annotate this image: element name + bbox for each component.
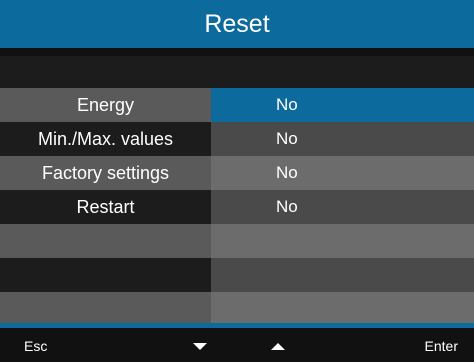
menu-row-label (0, 292, 211, 326)
menu-row-value[interactable]: No (211, 156, 474, 190)
menu-row-value[interactable]: No (211, 88, 474, 122)
menu-row-value (211, 292, 474, 326)
reset-menu: Energy No Min./Max. values No Factory se… (0, 88, 474, 326)
menu-row-value (211, 258, 474, 292)
subheader-bar (0, 56, 474, 88)
esc-softkey[interactable]: Esc (24, 338, 47, 354)
page-title: Reset (204, 9, 270, 38)
menu-row-label (0, 258, 211, 292)
title-bar: Reset (0, 0, 474, 48)
enter-softkey[interactable]: Enter (425, 338, 458, 354)
device-screen: Reset Energy No Min./Max. values No Fact… (0, 0, 474, 362)
menu-row-label: Factory settings (0, 156, 211, 190)
triangle-up-icon[interactable] (271, 343, 285, 350)
menu-row-empty (0, 258, 474, 292)
menu-row-restart[interactable]: Restart No (0, 190, 474, 224)
menu-row-empty (0, 224, 474, 258)
menu-row-value[interactable]: No (211, 122, 474, 156)
menu-row-factory-settings[interactable]: Factory settings No (0, 156, 474, 190)
softkey-bar: Esc Enter (0, 328, 474, 362)
triangle-down-icon[interactable] (193, 343, 207, 350)
menu-row-minmax-values[interactable]: Min./Max. values No (0, 122, 474, 156)
menu-row-value (211, 224, 474, 258)
menu-row-label: Restart (0, 190, 211, 224)
menu-row-label (0, 224, 211, 258)
menu-row-label: Energy (0, 88, 211, 122)
menu-row-value[interactable]: No (211, 190, 474, 224)
menu-row-label: Min./Max. values (0, 122, 211, 156)
menu-row-empty (0, 292, 474, 326)
menu-row-energy[interactable]: Energy No (0, 88, 474, 122)
